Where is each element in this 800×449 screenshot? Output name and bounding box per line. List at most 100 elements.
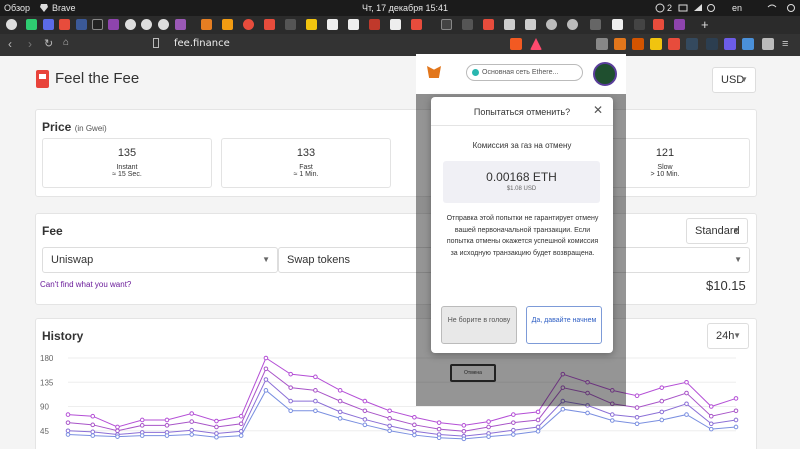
data-point[interactable]	[733, 396, 739, 401]
extension-icon[interactable]	[650, 38, 662, 50]
tab-favicon[interactable]	[590, 19, 601, 30]
tab-favicon[interactable]	[411, 19, 422, 30]
data-point[interactable]	[535, 424, 541, 430]
extension-icon[interactable]	[706, 38, 718, 50]
currency-select[interactable]: USD ▼	[712, 67, 756, 93]
tab-favicon[interactable]	[441, 19, 452, 30]
data-point[interactable]	[65, 432, 71, 437]
tab-favicon[interactable]	[653, 19, 664, 30]
data-point[interactable]	[115, 424, 120, 430]
data-point[interactable]	[733, 424, 739, 430]
data-point[interactable]	[90, 429, 96, 435]
data-point[interactable]	[65, 420, 71, 425]
data-point[interactable]	[535, 428, 541, 434]
tab-favicon[interactable]	[222, 19, 233, 30]
tab-favicon[interactable]	[92, 19, 103, 30]
home-icon[interactable]: ⌂	[63, 37, 69, 48]
data-point[interactable]	[609, 412, 615, 417]
data-point[interactable]	[733, 408, 739, 414]
data-point[interactable]	[535, 417, 541, 423]
data-point[interactable]	[511, 412, 516, 417]
speed-select[interactable]: Standard ▼	[686, 218, 748, 244]
data-point[interactable]	[214, 424, 219, 430]
data-point[interactable]	[139, 433, 145, 438]
data-point[interactable]	[387, 423, 392, 429]
data-point[interactable]	[486, 424, 491, 430]
tab-favicon[interactable]	[59, 19, 70, 30]
data-point[interactable]	[214, 434, 219, 440]
tab-favicon[interactable]	[243, 19, 254, 30]
cancel-tx-button[interactable]: Отмена	[450, 364, 496, 382]
cant-find-link[interactable]: Can't find what you want?	[40, 280, 131, 289]
data-point[interactable]	[486, 434, 491, 439]
data-point[interactable]	[511, 420, 516, 425]
data-point[interactable]	[263, 377, 269, 382]
tab-favicon[interactable]	[390, 19, 401, 30]
extension-icon[interactable]	[632, 38, 644, 50]
tab-favicon[interactable]	[43, 19, 54, 30]
data-point[interactable]	[337, 388, 343, 393]
tab-favicon[interactable]	[483, 19, 494, 30]
data-point[interactable]	[708, 404, 714, 409]
data-point[interactable]	[189, 427, 195, 433]
account-avatar[interactable]	[593, 62, 617, 86]
data-point[interactable]	[90, 433, 96, 438]
tab-favicon[interactable]	[348, 19, 359, 30]
brave-rewards-icon[interactable]	[530, 38, 542, 50]
data-point[interactable]	[313, 388, 318, 393]
data-point[interactable]	[337, 416, 343, 421]
tab-favicon[interactable]	[525, 19, 536, 30]
new-tab-button[interactable]: +	[701, 17, 709, 32]
tab-favicon[interactable]	[26, 19, 37, 30]
data-point[interactable]	[115, 434, 120, 439]
extensions-puzzle-icon[interactable]	[762, 38, 774, 50]
data-point[interactable]	[634, 421, 640, 427]
tab-favicon[interactable]	[504, 19, 515, 30]
clock[interactable]: Чт, 17 декабря 15:41	[362, 3, 448, 13]
data-point[interactable]	[288, 398, 293, 404]
metamask-icon[interactable]	[614, 38, 626, 50]
data-point[interactable]	[337, 398, 343, 404]
data-point[interactable]	[90, 422, 96, 428]
data-point[interactable]	[511, 432, 516, 437]
data-point[interactable]	[708, 426, 714, 432]
data-point[interactable]	[164, 433, 170, 438]
data-point[interactable]	[659, 417, 665, 423]
tab-favicon[interactable]	[108, 19, 119, 30]
data-point[interactable]	[362, 422, 368, 428]
data-point[interactable]	[436, 435, 442, 441]
close-icon[interactable]: ✕	[593, 103, 603, 117]
tab-github[interactable]	[125, 19, 136, 30]
data-point[interactable]	[115, 428, 120, 434]
data-point[interactable]	[461, 428, 467, 434]
data-point[interactable]	[535, 409, 541, 415]
extension-icon[interactable]	[724, 38, 736, 50]
data-point[interactable]	[659, 409, 665, 415]
sync-icon[interactable]	[706, 3, 716, 13]
data-point[interactable]	[585, 410, 590, 416]
tab-github[interactable]	[141, 19, 152, 30]
data-point[interactable]	[412, 428, 417, 434]
power-icon[interactable]	[786, 3, 796, 13]
data-point[interactable]	[412, 414, 417, 420]
keyboard-layout[interactable]: en	[732, 3, 742, 13]
data-point[interactable]	[238, 421, 244, 427]
tab-favicon[interactable]	[327, 19, 338, 30]
tab-github[interactable]	[158, 19, 169, 30]
data-point[interactable]	[486, 419, 491, 424]
network-icon[interactable]	[693, 3, 703, 13]
data-point[interactable]	[189, 411, 195, 416]
data-point[interactable]	[634, 405, 640, 410]
address-bar[interactable]: fee.finance	[174, 38, 230, 49]
data-point[interactable]	[164, 417, 170, 423]
data-point[interactable]	[263, 366, 269, 372]
data-point[interactable]	[387, 428, 392, 434]
data-point[interactable]	[90, 413, 96, 419]
extension-icon[interactable]	[668, 38, 680, 50]
data-point[interactable]	[560, 406, 566, 412]
brave-shields-icon[interactable]	[510, 38, 522, 50]
extension-icon[interactable]	[596, 38, 608, 50]
tab-favicon[interactable]	[369, 19, 380, 30]
data-point[interactable]	[733, 417, 739, 423]
data-point[interactable]	[65, 428, 71, 434]
